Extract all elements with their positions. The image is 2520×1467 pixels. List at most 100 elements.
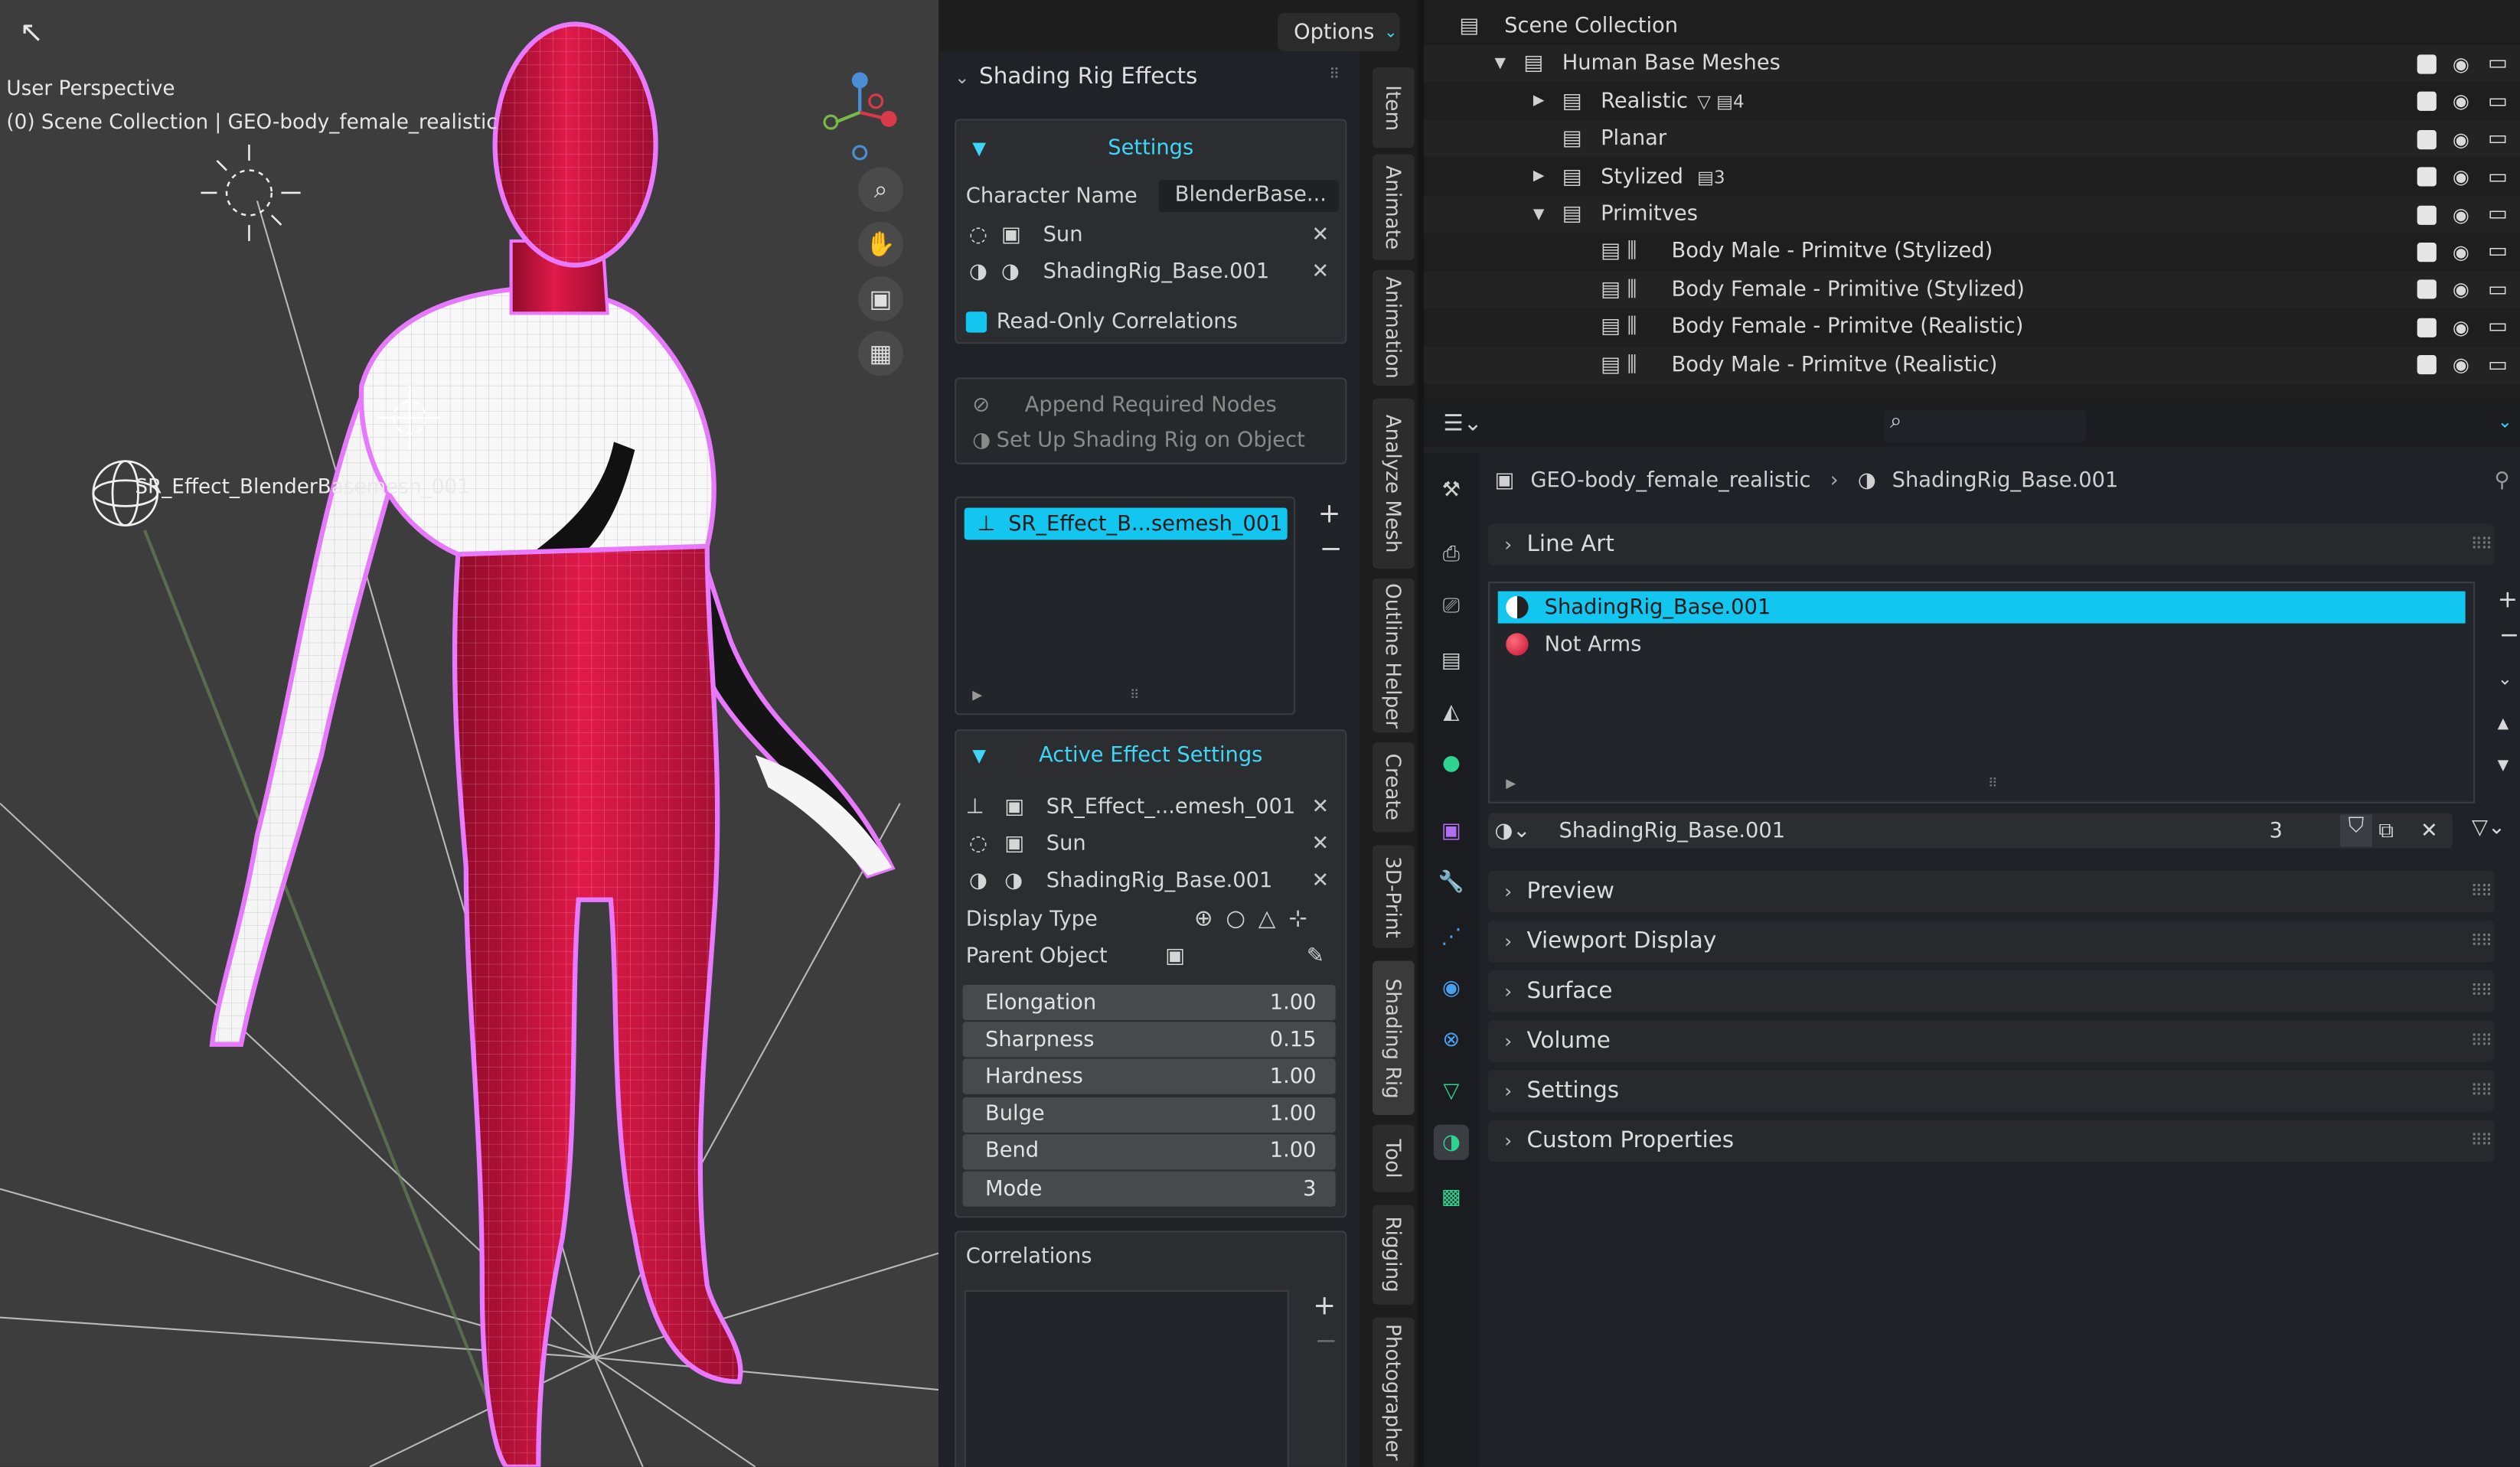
monitor-icon[interactable]: ▭: [2488, 90, 2508, 113]
outliner-scene-collection[interactable]: ▤ Scene Collection: [1424, 8, 2520, 44]
effect-list-item[interactable]: ⊥ SR_Effect_B...semesh_001: [964, 507, 1288, 540]
exclude-checkbox[interactable]: [2417, 318, 2437, 337]
remove-correlation-button[interactable]: −: [1314, 1325, 1337, 1358]
drag-grip-icon[interactable]: ⠿: [1329, 67, 1340, 83]
tab-animate[interactable]: Animate: [1372, 154, 1415, 261]
modifier-wrench-icon[interactable]: 🔧: [1434, 865, 1469, 900]
monitor-icon[interactable]: ▭: [2488, 127, 2508, 151]
material-slot[interactable]: Not Arms: [1498, 628, 2466, 660]
object-icon[interactable]: ▣: [1165, 944, 1185, 967]
move-up-icon[interactable]: ▲: [2498, 716, 2509, 732]
line-art-section[interactable]: › Line Art ⠿⠿: [1488, 523, 2495, 566]
breadcrumb-object[interactable]: GEO-body_female_realistic: [1530, 469, 1810, 493]
eye-icon[interactable]: ◉: [2453, 279, 2469, 301]
collection-icon[interactable]: ▣: [1434, 813, 1469, 848]
hand-pan-icon[interactable]: ✋: [858, 221, 903, 267]
texture-icon[interactable]: ▩: [1434, 1179, 1469, 1214]
outliner-row[interactable]: ▶ ▤ Realistic ▽ ▤4 ◉ ▭: [1424, 83, 2520, 120]
move-down-icon[interactable]: ▼: [2498, 758, 2509, 774]
outliner-row[interactable]: ▤ ⫼ Body Male - Primitve (Stylized) ◉ ▭: [1424, 233, 2520, 270]
setup-rig-button[interactable]: ◑ Set Up Shading Rig on Object: [956, 422, 1345, 458]
object-data-icon[interactable]: ▽: [1434, 1073, 1469, 1108]
exclude-checkbox[interactable]: [2417, 167, 2437, 187]
exclude-checkbox[interactable]: [2417, 279, 2437, 300]
remove-slot-button[interactable]: −: [2499, 620, 2519, 649]
active-header[interactable]: ▼ Active Effect Settings: [956, 738, 1345, 773]
exclude-checkbox[interactable]: [2417, 204, 2437, 224]
constraints-icon[interactable]: ⊗: [1434, 1022, 1469, 1057]
render-icon[interactable]: ⎙: [1434, 536, 1469, 572]
material-slot[interactable]: ShadingRig_Base.001: [1497, 591, 2466, 624]
tab-animation[interactable]: Animation: [1372, 269, 1415, 386]
exclude-checkbox[interactable]: [2417, 92, 2437, 112]
triangle-down-icon[interactable]: ▼: [1533, 207, 1545, 223]
select-tool-icon[interactable]: ↖: [19, 16, 44, 50]
triangle-right-icon[interactable]: ▶: [1533, 169, 1545, 185]
unlink-icon[interactable]: ✕: [2420, 819, 2438, 843]
close-icon[interactable]: ✕: [1311, 831, 1329, 855]
param-bulge[interactable]: Bulge 1.00: [962, 1097, 1336, 1133]
output-icon[interactable]: ⎚: [1434, 588, 1469, 623]
param-mode[interactable]: Mode 3: [962, 1171, 1336, 1207]
section-settings[interactable]: › Settings ⠿⠿: [1488, 1070, 2495, 1112]
param-hardness[interactable]: Hardness 1.00: [962, 1059, 1336, 1095]
eye-icon[interactable]: ◉: [2453, 165, 2469, 187]
param-elongation[interactable]: Elongation 1.00: [962, 984, 1336, 1021]
fake-user-icon[interactable]: ⛉: [2339, 814, 2372, 847]
tab-outline-helper[interactable]: Outline Helper: [1372, 578, 1415, 733]
tool-icon[interactable]: ⚒: [1434, 472, 1469, 507]
resize-grip-icon[interactable]: ⠿: [1988, 776, 1997, 791]
monitor-icon[interactable]: ▭: [2488, 353, 2508, 377]
eye-icon[interactable]: ◉: [2453, 90, 2469, 112]
tab-photographer[interactable]: Photographer: [1372, 1317, 1415, 1467]
view-layer-icon[interactable]: ▤: [1434, 643, 1469, 678]
close-icon[interactable]: ✕: [1311, 223, 1329, 246]
outliner-row[interactable]: ▤ ⫼ Body Male - Primitve (Realistic) ◉ ▭: [1424, 346, 2520, 383]
monitor-icon[interactable]: ▭: [2488, 165, 2508, 188]
exclude-checkbox[interactable]: [2417, 54, 2437, 74]
outliner-row[interactable]: ▼ ▤ Human Base Meshes ◉ ▭: [1424, 45, 2520, 83]
eyedropper-icon[interactable]: ✎: [1307, 944, 1324, 967]
duplicate-icon[interactable]: ⧉: [2378, 819, 2394, 843]
breadcrumb-material[interactable]: ShadingRig_Base.001: [1892, 469, 2119, 493]
add-slot-button[interactable]: +: [2498, 585, 2518, 614]
monitor-icon[interactable]: ▭: [2488, 315, 2508, 339]
tab-tool[interactable]: Tool: [1372, 1124, 1415, 1192]
chevron-down-icon[interactable]: ⌄: [2498, 411, 2512, 432]
scene-icon[interactable]: ◭: [1434, 694, 1469, 729]
editor-type-icon[interactable]: ☰⌄: [1443, 411, 1482, 437]
eye-icon[interactable]: ◉: [2453, 241, 2469, 263]
user-count[interactable]: 3: [2269, 819, 2282, 843]
tab-item[interactable]: Item: [1372, 67, 1415, 148]
section-volume[interactable]: › Volume ⠿⠿: [1488, 1020, 2495, 1062]
tab-analyze-mesh[interactable]: Analyze Mesh: [1372, 398, 1415, 569]
settings-header[interactable]: ▼ Settings: [956, 130, 1345, 165]
param-bend[interactable]: Bend 1.00: [962, 1133, 1336, 1170]
triangle-right-icon[interactable]: ▶: [1533, 93, 1545, 109]
triangle-down-icon[interactable]: ▼: [1495, 56, 1506, 72]
search-icon[interactable]: ⌕: [1883, 409, 2087, 442]
exclude-checkbox[interactable]: [2417, 242, 2437, 262]
outliner-row[interactable]: ▼ ▤ Primitves ◉ ▭: [1424, 196, 2520, 233]
param-sharpness[interactable]: Sharpness 0.15: [962, 1022, 1336, 1058]
section-custom-properties[interactable]: › Custom Properties ⠿⠿: [1488, 1120, 2495, 1162]
outliner-row[interactable]: ▤ ⫼ Body Female - Primitive (Stylized) ◉ ▭: [1424, 271, 2520, 308]
monitor-icon[interactable]: ▭: [2488, 278, 2508, 302]
section-preview[interactable]: › Preview ⠿⠿: [1488, 870, 2495, 913]
add-effect-button[interactable]: +: [1318, 498, 1341, 530]
zoom-icon[interactable]: ⌕: [858, 167, 903, 213]
world-icon[interactable]: ●: [1434, 745, 1469, 781]
read-only-checkbox[interactable]: [965, 311, 987, 332]
eye-icon[interactable]: ◉: [2453, 128, 2469, 150]
options-button[interactable]: Options ⌄: [1278, 12, 1400, 52]
eye-icon[interactable]: ◉: [2453, 354, 2469, 376]
correlations-list[interactable]: [964, 1289, 1289, 1467]
tab-rigging[interactable]: Rigging: [1372, 1205, 1415, 1305]
slot-specials-icon[interactable]: ⌄: [2498, 668, 2512, 689]
particles-icon[interactable]: ⋰: [1434, 919, 1469, 954]
close-icon[interactable]: ✕: [1311, 259, 1329, 283]
eye-icon[interactable]: ◉: [2453, 53, 2469, 75]
character-name-field[interactable]: BlenderBase...: [1158, 180, 1339, 213]
tab-3d-print[interactable]: 3D-Print: [1372, 845, 1415, 948]
physics-icon[interactable]: ◉: [1434, 970, 1469, 1006]
